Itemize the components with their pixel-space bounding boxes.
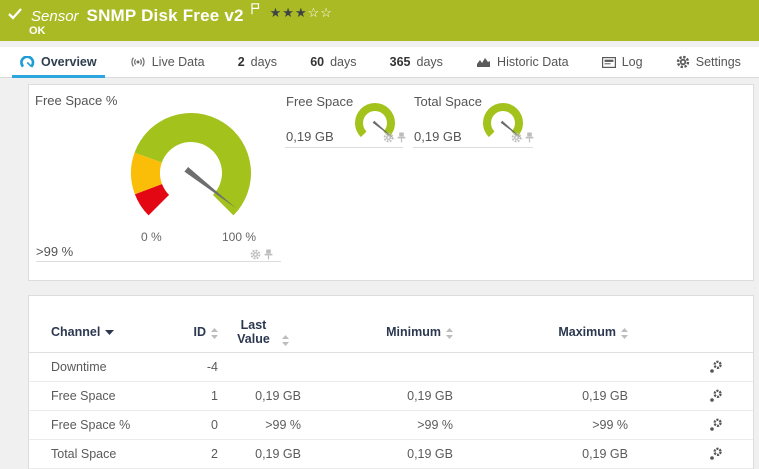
gauges-panel: Free Space % 0 % 100 % >99 % Free Space … — [28, 84, 754, 281]
gauge-icon — [20, 55, 35, 68]
gauge-scale-min: 0 % — [141, 230, 162, 244]
tab-log[interactable]: Log — [598, 47, 647, 77]
channel-settings-icon[interactable] — [709, 418, 723, 432]
object-kind-label: Sensor — [31, 7, 79, 25]
priority-stars[interactable]: ★★★☆☆ — [270, 5, 333, 21]
channel-last-value: 0,19 GB — [255, 447, 301, 461]
column-label: Last Value — [237, 318, 270, 346]
channel-name: Free Space % — [51, 418, 131, 432]
tab-live-data[interactable]: Live Data — [126, 47, 209, 77]
sort-icon — [211, 328, 218, 339]
gear-icon[interactable] — [511, 132, 522, 143]
main-gauge-title: Free Space % — [35, 93, 118, 108]
tab-overview[interactable]: Overview — [12, 47, 105, 78]
column-header-id[interactable]: ID — [171, 325, 218, 345]
star-filled-icons[interactable]: ★★★ — [270, 5, 308, 20]
table-header-row: Channel ID Last Value Minimum Maximum — [29, 296, 753, 352]
table-row-free-space: Free Space 1 0,19 GB 0,19 GB 0,19 GB — [29, 382, 753, 411]
sort-icon — [621, 328, 628, 339]
mini-gauge-title: Free Space — [286, 94, 354, 109]
pin-icon[interactable] — [525, 132, 534, 143]
historic-data-icon — [477, 58, 491, 67]
channel-minimum: 0,19 GB — [407, 389, 453, 403]
channel-table-panel: Channel ID Last Value Minimum Maximum Do… — [28, 295, 754, 469]
column-label: Maximum — [558, 325, 616, 339]
live-data-icon — [131, 57, 145, 67]
channel-settings-icon[interactable] — [709, 360, 723, 374]
sensor-header: Sensor SNMP Disk Free v2 ★★★☆☆ OK — [0, 0, 759, 41]
column-header-maximum[interactable]: Maximum — [453, 325, 628, 345]
column-header-minimum[interactable]: Minimum — [301, 325, 453, 345]
column-label: Minimum — [386, 325, 441, 339]
gear-icon[interactable] — [383, 132, 394, 143]
column-label: ID — [193, 325, 207, 339]
channel-minimum: 0,19 GB — [407, 447, 453, 461]
status-ok-check-icon — [8, 7, 22, 25]
flag-icon[interactable] — [251, 2, 260, 20]
channel-last-value: >99 % — [265, 418, 301, 432]
tab-label: days — [416, 55, 443, 69]
section-divider — [413, 147, 533, 148]
section-divider — [285, 147, 403, 148]
tab-number: 2 — [237, 55, 245, 69]
sensor-title: SNMP Disk Free v2 — [86, 6, 244, 25]
tab-60-days[interactable]: 60 days — [306, 47, 360, 77]
channel-maximum: 0,19 GB — [582, 389, 628, 403]
tab-label: Log — [621, 55, 643, 69]
channel-id: 2 — [211, 447, 218, 461]
channel-id: 1 — [211, 389, 218, 403]
tab-365-days[interactable]: 365 days — [386, 47, 447, 77]
main-gauge-value: >99 % — [36, 244, 74, 259]
sort-icon — [446, 328, 453, 339]
column-label: Channel — [51, 325, 101, 339]
sort-icon — [281, 335, 289, 346]
tab-label: Overview — [41, 55, 97, 69]
channel-name: Total Space — [51, 447, 117, 461]
tab-label: Historic Data — [497, 55, 569, 69]
mini-gauge-actions — [511, 132, 534, 143]
mini-gauge-actions — [383, 132, 406, 143]
tab-label: days — [330, 55, 357, 69]
gauge-scale-max: 100 % — [222, 230, 257, 244]
channel-settings-icon[interactable] — [709, 389, 723, 403]
channel-id: -4 — [206, 360, 218, 374]
tab-settings[interactable]: Settings — [672, 47, 745, 77]
channel-maximum: 0,19 GB — [582, 447, 628, 461]
table-row-free-space-percent: Free Space % 0 >99 % >99 % >99 % — [29, 411, 753, 440]
star-empty-icons[interactable]: ☆☆ — [308, 5, 333, 20]
table-row-total-space: Total Space 2 0,19 GB 0,19 GB 0,19 GB — [29, 440, 753, 469]
tab-number: 60 — [310, 55, 325, 69]
tab-bar: Overview Live Data 2 days 60 days 365 da… — [0, 47, 759, 78]
channel-name: Free Space — [51, 389, 116, 403]
section-divider — [36, 261, 281, 262]
tab-label: Settings — [695, 55, 741, 69]
mini-gauge-value: 0,19 GB — [286, 129, 334, 144]
pin-icon[interactable] — [397, 132, 406, 143]
tab-2-days[interactable]: 2 days — [234, 47, 281, 77]
channel-id: 0 — [211, 418, 218, 432]
table-row-downtime: Downtime -4 — [29, 353, 753, 382]
log-icon — [601, 56, 616, 68]
gear-icon — [676, 55, 689, 69]
tab-number: 365 — [389, 55, 411, 69]
channel-name: Downtime — [51, 360, 107, 374]
status-badge: OK — [29, 25, 46, 37]
channel-settings-icon[interactable] — [709, 447, 723, 461]
gear-icon[interactable] — [250, 249, 261, 260]
channel-maximum: >99 % — [592, 418, 628, 432]
channel-last-value: 0,19 GB — [255, 389, 301, 403]
prtg-sensor-page: Sensor SNMP Disk Free v2 ★★★☆☆ OK Overvi… — [0, 0, 759, 469]
tab-label: Live Data — [151, 55, 205, 69]
caret-down-icon — [105, 329, 115, 335]
free-space-percent-gauge — [131, 113, 251, 216]
column-header-channel[interactable]: Channel — [51, 325, 171, 345]
mini-gauge-title: Total Space — [414, 94, 482, 109]
tab-historic-data[interactable]: Historic Data — [472, 47, 573, 77]
column-header-last-value[interactable]: Last Value — [218, 318, 301, 352]
pin-icon[interactable] — [264, 249, 273, 260]
mini-gauge-value: 0,19 GB — [414, 129, 462, 144]
main-gauge-actions — [250, 249, 273, 260]
tab-label: days — [250, 55, 278, 69]
channel-minimum: >99 % — [417, 418, 453, 432]
